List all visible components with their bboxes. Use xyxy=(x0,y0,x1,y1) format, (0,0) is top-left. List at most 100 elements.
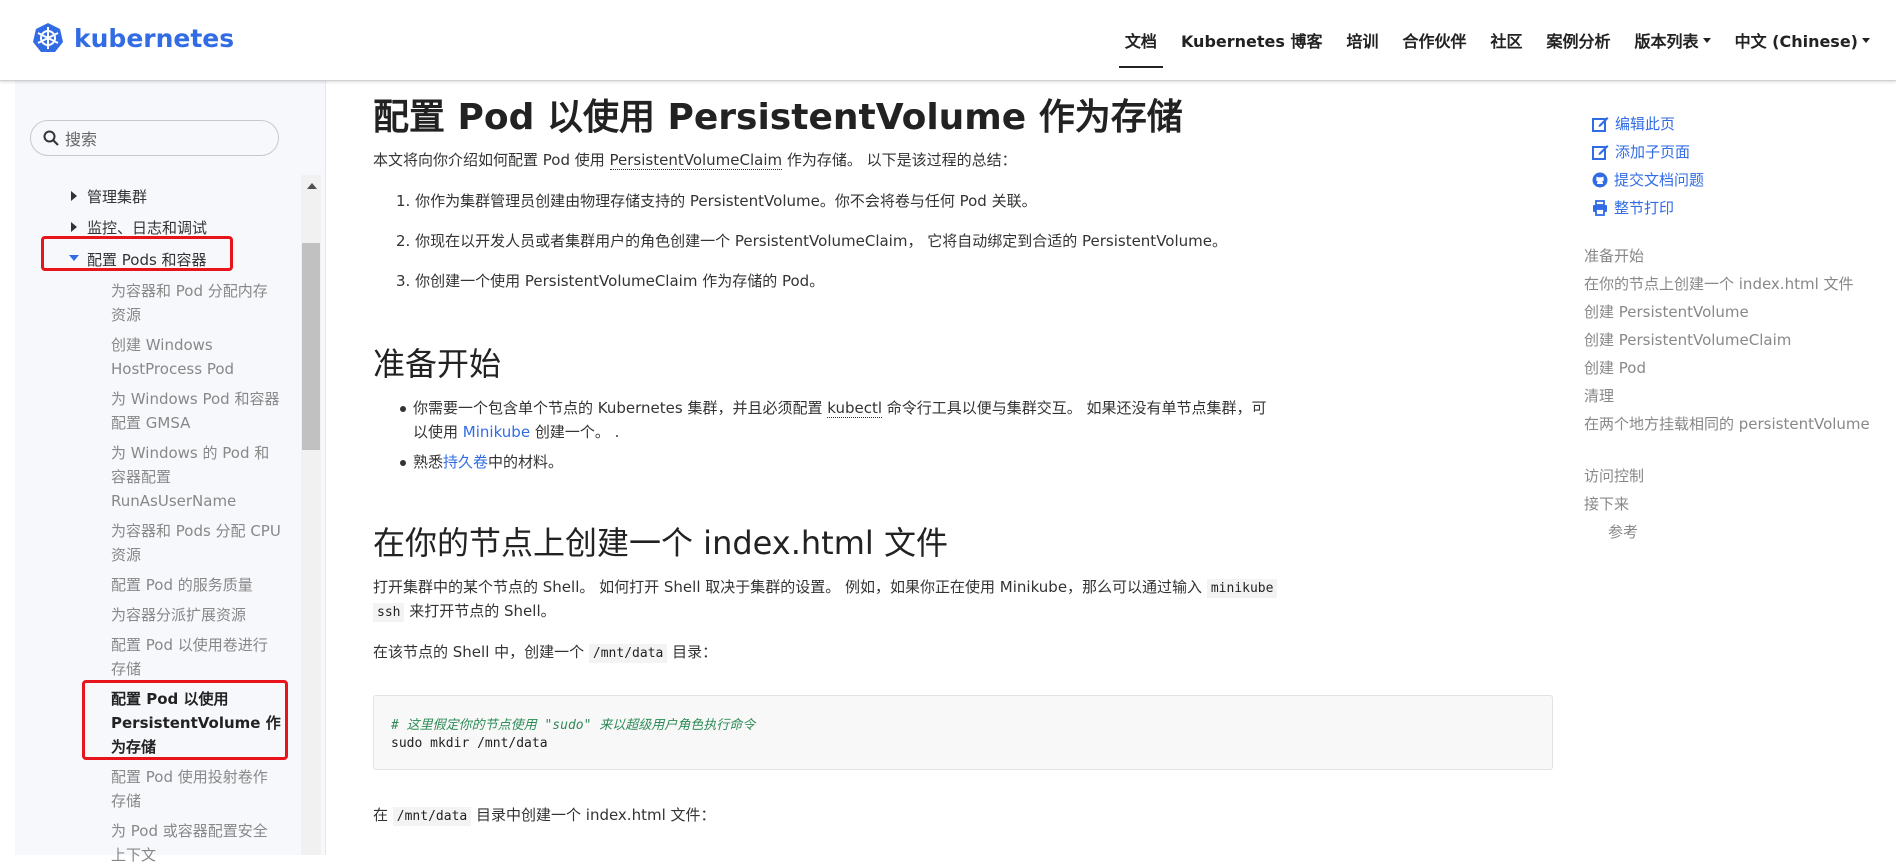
scroll-up-arrow-icon[interactable] xyxy=(307,183,317,189)
search-input[interactable] xyxy=(63,127,267,151)
edit-icon xyxy=(1592,116,1609,132)
sidebar-item[interactable]: 配置 Pod 的服务质量 xyxy=(111,573,281,597)
glossary-pvc[interactable]: PersistentVolumeClaim xyxy=(609,151,783,170)
sidebar-item[interactable]: 为容器和 Pod 分配内存资源 xyxy=(111,279,281,327)
heading-create-index-html: 在你的节点上创建一个 index.html 文件 xyxy=(373,524,948,562)
text: 以使用 xyxy=(413,423,463,441)
toc-item[interactable]: 创建 Pod xyxy=(1584,356,1646,380)
toc-item[interactable]: 接下来 xyxy=(1584,492,1629,516)
text: 本文将向你介绍如何配置 Pod 使用 xyxy=(373,151,610,169)
glossary-kubectl[interactable]: kubectl xyxy=(827,399,882,418)
code-block[interactable]: # 这里假定你的节点使用 "sudo" 来以超级用户角色执行命令 sudo mk… xyxy=(373,695,1553,770)
caret-down-icon xyxy=(1862,37,1870,43)
step-2: 2. 你现在以开发人员或者集群用户的角色创建一个 PersistentVolum… xyxy=(396,232,1227,250)
sidebar-item[interactable]: 配置 Pod 以使用卷进行存储 xyxy=(111,633,281,681)
search-icon xyxy=(43,130,59,146)
scroll-thumb[interactable] xyxy=(302,243,320,450)
nav-label: 文档 xyxy=(1124,32,1157,51)
nav-versions-dropdown[interactable]: 版本列表 xyxy=(1635,0,1711,80)
page-title: 配置 Pod 以使用 PersistentVolume 作为存储 xyxy=(373,97,1183,138)
text: 来打开节点的 Shell。 xyxy=(404,602,556,620)
text: 目录中创建一个 index.html 文件： xyxy=(471,806,716,824)
toc-item[interactable]: 清理 xyxy=(1584,384,1614,408)
inline-code: minikube xyxy=(1206,579,1278,598)
sidebar-search[interactable] xyxy=(30,120,279,156)
sidebar-item[interactable]: 为容器分派扩展资源 xyxy=(111,603,281,627)
nav-community[interactable]: 社区 xyxy=(1491,0,1523,80)
text: 目录： xyxy=(667,643,718,661)
bullet xyxy=(400,406,406,412)
toc-item[interactable]: 在你的节点上创建一个 index.html 文件 xyxy=(1584,272,1854,296)
caret-down-icon xyxy=(1702,37,1711,43)
create-issue-link[interactable]: 提交文档问题 xyxy=(1592,169,1704,190)
edit-page-link[interactable]: 编辑此页 xyxy=(1592,113,1675,134)
minikube-link[interactable]: Minikube xyxy=(463,423,530,441)
nav-training[interactable]: 培训 xyxy=(1346,0,1378,80)
inline-code: /mnt/data xyxy=(588,644,668,663)
step-3: 3. 你创建一个使用 PersistentVolumeClaim 作为存储的 P… xyxy=(396,272,825,290)
top-navbar: kubernetes 文档 Kubernetes 博客 培训 合作伙伴 社区 案… xyxy=(0,0,1896,81)
heading-before-you-begin: 准备开始 xyxy=(373,345,502,383)
step-1: 1. 你作为集群管理员创建由物理存储支持的 PersistentVolume。你… xyxy=(396,192,1037,210)
persistent-volumes-link[interactable]: 持久卷 xyxy=(443,453,488,471)
action-label: 整节打印 xyxy=(1614,199,1675,217)
text: 在该节点的 Shell 中，创建一个 xyxy=(373,643,589,661)
github-icon xyxy=(1592,172,1608,187)
prep-item-1-cont: 以使用 Minikube 创建一个。 . xyxy=(413,420,619,444)
nav-docs[interactable]: 文档 xyxy=(1118,0,1163,80)
sidebar-item[interactable]: 为 Windows 的 Pod 和容器配置 RunAsUserName xyxy=(111,441,281,513)
text: 熟悉 xyxy=(413,453,444,471)
prep-item-2: 熟悉持久卷中的材料。 xyxy=(413,450,563,474)
print-section-link[interactable]: 整节打印 xyxy=(1592,197,1674,218)
text: 作为存储。 以下是该过程的总结： xyxy=(782,151,1017,169)
bullet xyxy=(400,460,406,466)
nav-label: 培训 xyxy=(1346,32,1379,51)
action-label: 编辑此页 xyxy=(1615,115,1676,133)
sidebar-section-monitoring[interactable]: 监控、日志和调试 xyxy=(71,217,207,238)
toc-item[interactable]: 创建 PersistentVolumeClaim xyxy=(1584,328,1791,352)
highlight-box-current-item xyxy=(82,680,288,760)
sidebar-item[interactable]: 创建 Windows HostProcess Pod xyxy=(111,333,281,381)
sidebar-item[interactable]: 配置 Pod 使用投射卷作存储 xyxy=(111,765,281,813)
code-comment: # 这里假定你的节点使用 "sudo" 来以超级用户角色执行命令 xyxy=(391,718,756,733)
shell-paragraph: 打开集群中的某个节点的 Shell。 如何打开 Shell 取决于集群的设置。 … xyxy=(373,575,1278,601)
nav-menu: 文档 Kubernetes 博客 培训 合作伙伴 社区 案例分析 版本列表 中文… xyxy=(1101,0,1870,80)
toc-item[interactable]: 创建 PersistentVolume xyxy=(1584,300,1749,324)
sidebar-section-manage-cluster[interactable]: 管理集群 xyxy=(71,186,147,207)
nav-partners[interactable]: 合作伙伴 xyxy=(1403,0,1467,80)
toc-item[interactable]: 准备开始 xyxy=(1584,244,1644,268)
text: 创建一个。 . xyxy=(530,423,620,441)
shell-paragraph-cont: ssh 来打开节点的 Shell。 xyxy=(373,599,556,625)
add-child-page-link[interactable]: 添加子页面 xyxy=(1592,141,1690,162)
code-command: sudo mkdir /mnt/data xyxy=(391,736,548,751)
nav-case-studies[interactable]: 案例分析 xyxy=(1547,0,1611,80)
nav-label: 中文 (Chinese) xyxy=(1734,32,1858,51)
nav-label: 版本列表 xyxy=(1634,32,1699,51)
mkdir-paragraph: 在该节点的 Shell 中，创建一个 /mnt/data 目录： xyxy=(373,640,717,666)
nav-language-dropdown[interactable]: 中文 (Chinese) xyxy=(1735,0,1870,80)
prep-item-1: 你需要一个包含单个节点的 Kubernetes 集群，并且必须配置 kubect… xyxy=(413,396,1267,420)
text: 在 xyxy=(373,806,393,824)
nav-label: 社区 xyxy=(1490,32,1523,51)
nav-label: 案例分析 xyxy=(1546,32,1611,51)
chevron-right-icon xyxy=(71,222,77,232)
section-label: 管理集群 xyxy=(87,188,148,206)
nav-blog[interactable]: Kubernetes 博客 xyxy=(1181,0,1323,80)
sidebar-item[interactable]: 为 Pod 或容器配置安全上下文 xyxy=(111,819,281,867)
toc-item[interactable]: 在两个地方挂载相同的 persistentVolume xyxy=(1584,412,1874,436)
sidebar-item[interactable]: 为 Windows Pod 和容器配置 GMSA xyxy=(111,387,281,435)
nav-label: 合作伙伴 xyxy=(1402,32,1467,51)
inline-code: ssh xyxy=(373,603,405,622)
index-file-paragraph: 在 /mnt/data 目录中创建一个 index.html 文件： xyxy=(373,803,716,829)
chevron-right-icon xyxy=(71,191,77,201)
print-icon xyxy=(1593,199,1607,216)
sidebar-item[interactable]: 为容器和 Pods 分配 CPU 资源 xyxy=(111,519,281,567)
nav-label: Kubernetes 博客 xyxy=(1180,32,1323,51)
kubernetes-logo[interactable]: kubernetes xyxy=(32,22,234,54)
sidebar-scrollbar[interactable] xyxy=(301,175,321,855)
toc-item[interactable]: 访问控制 xyxy=(1584,464,1644,488)
text: 打开集群中的某个节点的 Shell。 如何打开 Shell 取决于集群的设置。 … xyxy=(373,578,1207,596)
section-label: 监控、日志和调试 xyxy=(87,219,208,237)
edit-icon xyxy=(1592,144,1609,160)
toc-subitem[interactable]: 参考 xyxy=(1608,520,1638,544)
